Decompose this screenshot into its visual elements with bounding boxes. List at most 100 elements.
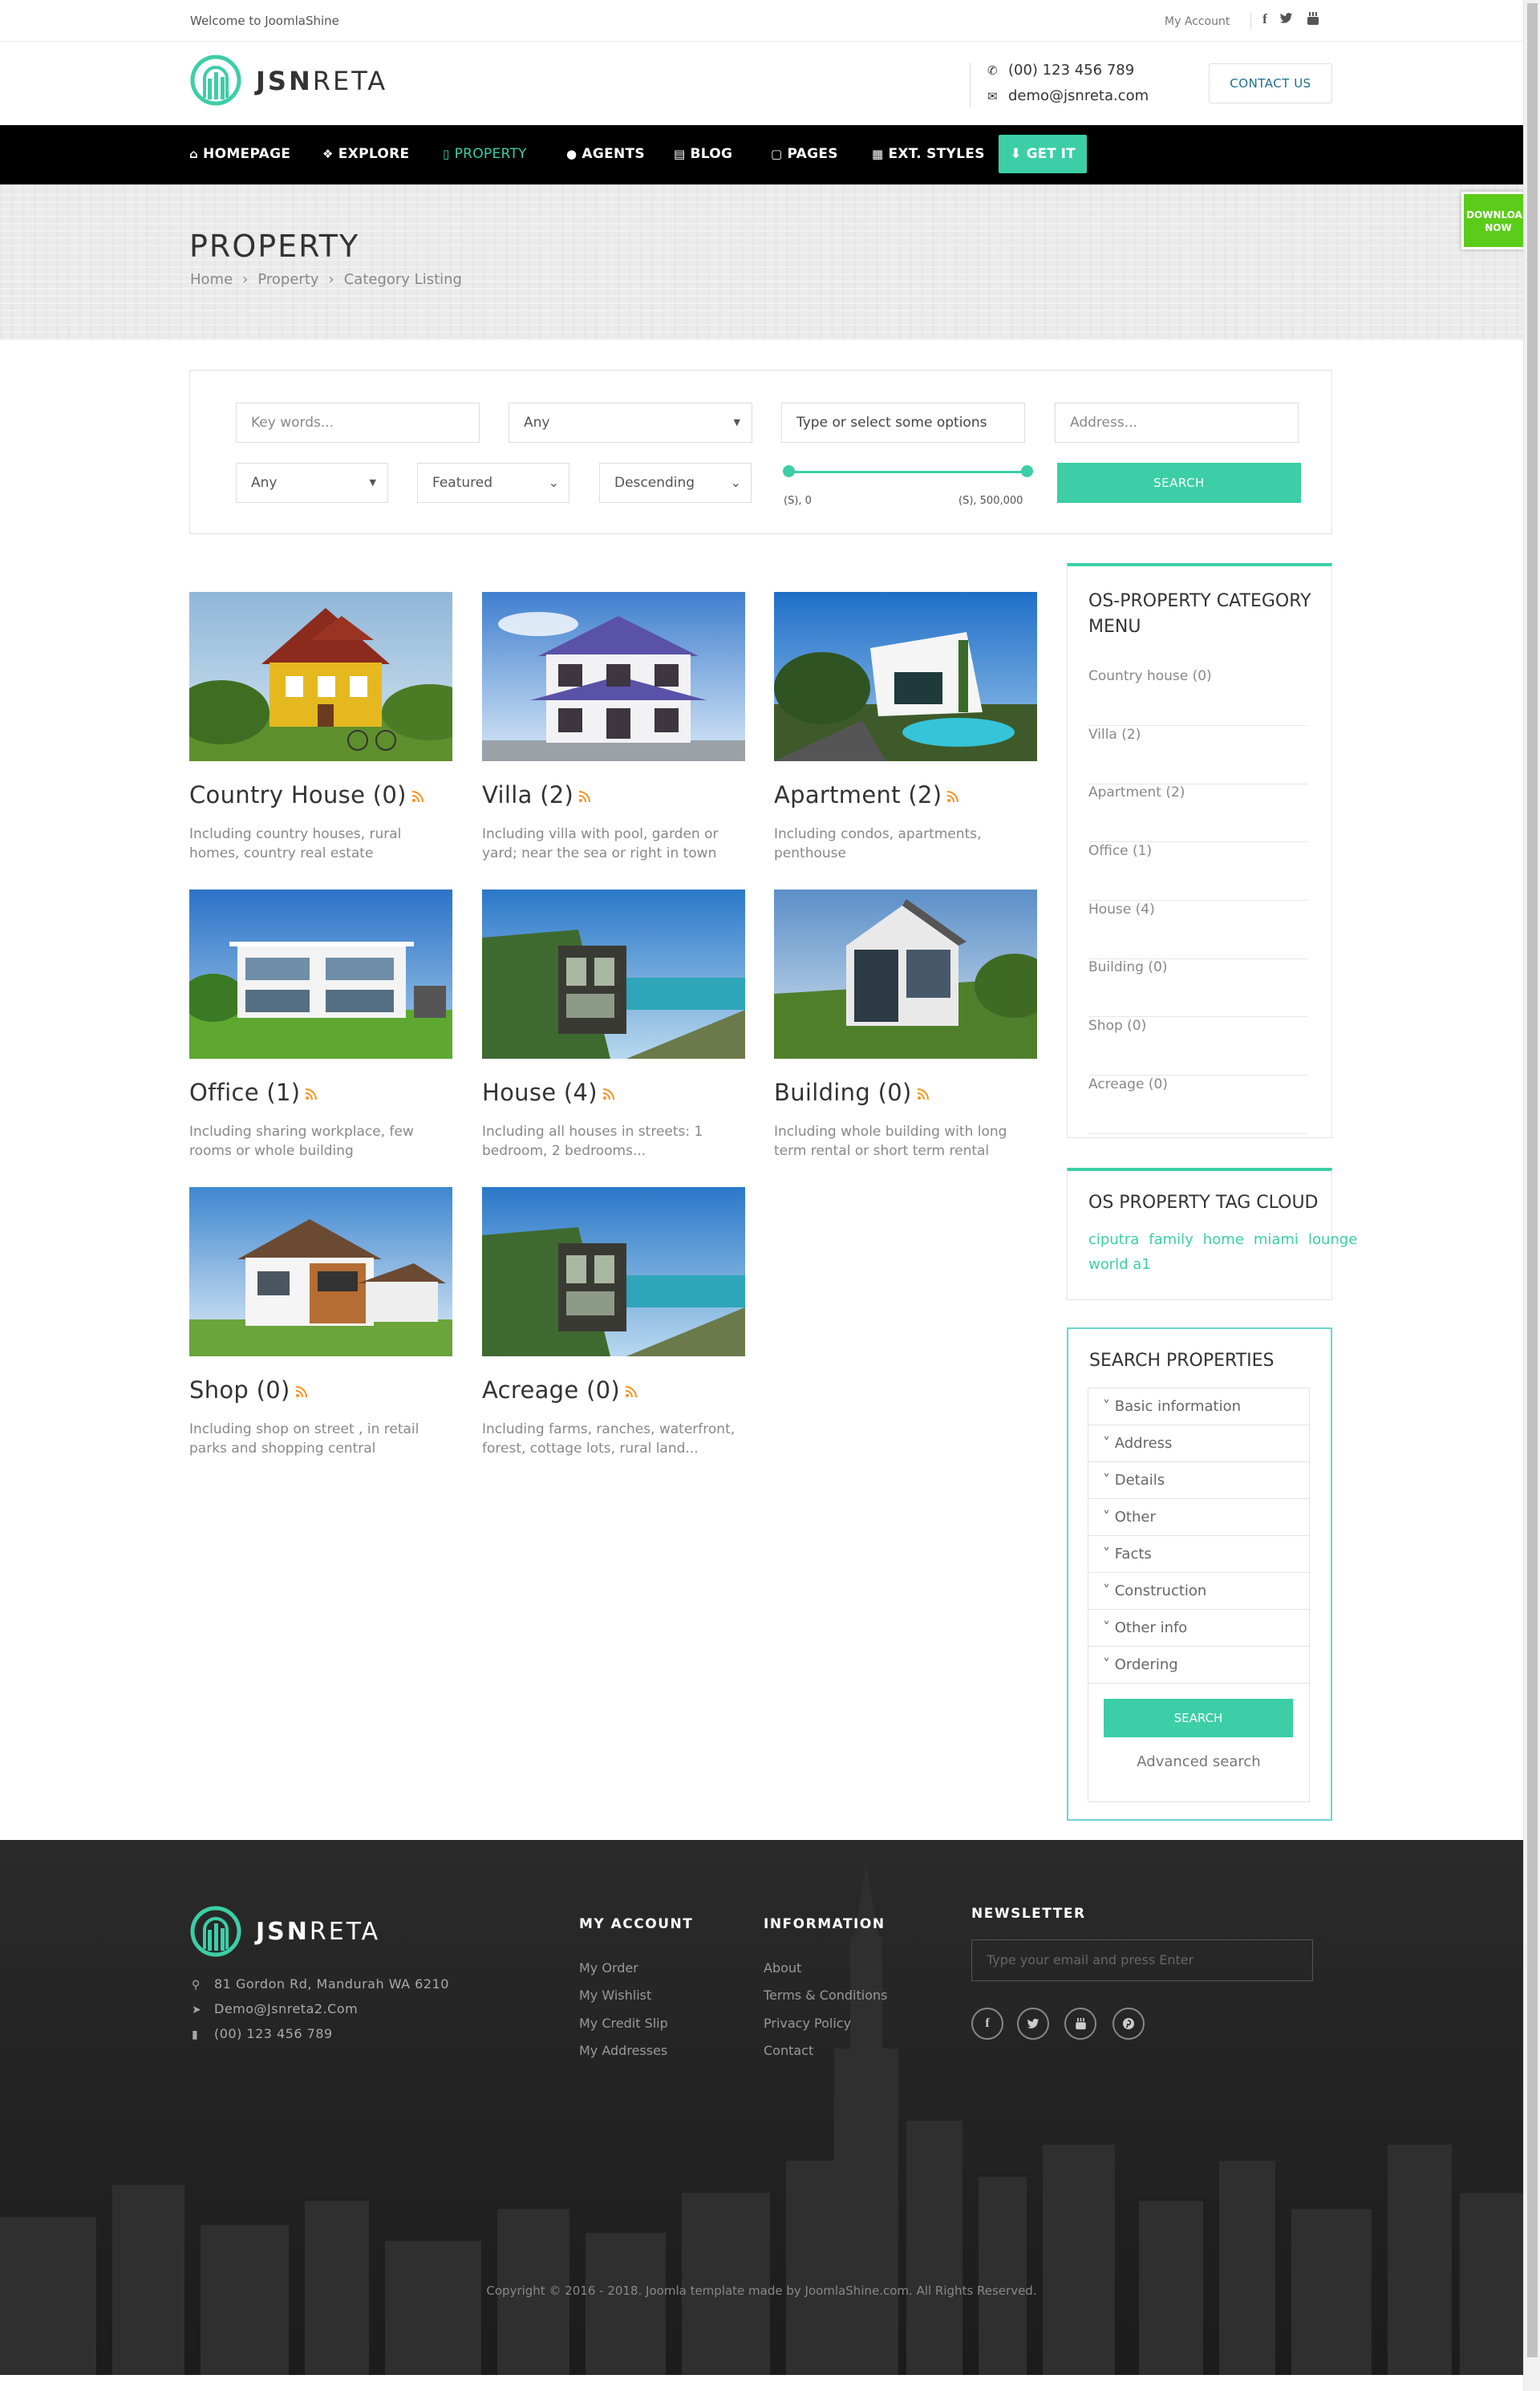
category-title-office[interactable]: Office (1) [189,1079,318,1106]
nav-item-ext-styles[interactable]: ▦ EXT. STYLES [872,146,985,162]
footer-email[interactable]: ➤ Demo@Jsnreta2.Com [192,2001,358,2016]
category-image-building[interactable] [774,890,1037,1059]
footer-link-my-wishlist[interactable]: My Wishlist [579,1988,651,2003]
nav-item-pages[interactable]: ▢ PAGES [771,146,838,162]
category-title-building[interactable]: Building (0) [774,1079,930,1106]
sidebar-item-house[interactable]: House (4) [1088,902,1307,959]
phone-icon: ✆ [987,63,998,78]
property-types-select[interactable]: Type or select some options [781,403,1025,443]
sidebar-item-apartment[interactable]: Apartment (2) [1088,784,1307,842]
category-title-shop[interactable]: Shop (0) [189,1376,308,1404]
accordion-ordering[interactable]: ˅ Ordering [1088,1647,1309,1684]
tag-link[interactable]: home [1203,1231,1244,1248]
footer-link-my-order[interactable]: My Order [579,1960,638,1976]
facebook-icon[interactable]: f [1258,11,1272,27]
search-button[interactable]: SEARCH [1057,463,1301,503]
footer-link-my-credit-slip[interactable]: My Credit Slip [579,2016,668,2031]
nav-item-agents[interactable]: ● AGENTS [566,146,645,162]
tag-cloud-widget: OS PROPERTY TAG CLOUD ciputra family home m… [1067,1168,1357,1300]
tag-link[interactable]: miami [1254,1231,1299,1248]
order-select[interactable]: Descending ⌄ [599,463,752,503]
top-bar: Welcome to JoomlaShine My Account f [0,0,1523,42]
tag-link[interactable]: family [1149,1231,1194,1248]
tag-link[interactable]: ciputra [1088,1231,1139,1248]
twitter-icon[interactable] [1017,2008,1049,2040]
category-image-house[interactable] [482,890,745,1059]
breadcrumb-property[interactable]: Property [257,271,318,288]
price-min-handle[interactable] [783,465,795,477]
footer-information-heading: INFORMATION [764,1916,886,1932]
category-title-country-house[interactable]: Country House (0) [189,781,424,808]
category-title-apartment[interactable]: Apartment (2) [774,781,959,808]
footer-link-privacy[interactable]: Privacy Policy [764,2016,851,2031]
get-it-button[interactable]: ⬇ GET IT [999,135,1087,173]
nav-item-blog[interactable]: ▤ BLOG [674,146,732,162]
my-account-link[interactable]: My Account [1165,15,1230,28]
footer-link-contact[interactable]: Contact [764,2043,813,2058]
category-image-shop[interactable] [189,1187,452,1356]
nav-item-property[interactable]: ▯ PROPERTY [443,146,527,162]
category-select[interactable]: Any ▼ [509,403,752,443]
chevron-down-icon: ˅ [1103,1619,1115,1636]
header-phone: ✆ (00) 123 456 789 [987,62,1135,79]
price-range-slider[interactable] [789,471,1028,473]
sort-by-select[interactable]: Featured ⌄ [417,463,569,503]
facebook-icon[interactable]: f [971,2008,1003,2040]
accordion-construction[interactable]: ˅ Construction [1088,1573,1309,1610]
price-max-handle[interactable] [1021,465,1033,477]
accordion-details[interactable]: ˅ Details [1088,1462,1309,1499]
scrollbar-thumb[interactable] [1527,3,1538,2357]
nav-item-homepage[interactable]: ⌂ HOMEPAGE [189,146,290,162]
category-desc-acreage: Including farms, ranches, waterfront, fo… [482,1421,736,1457]
nav-item-explore[interactable]: ❖ EXPLORE [322,146,409,162]
chevron-down-icon: ˅ [1103,1583,1115,1599]
keywords-input[interactable]: Key words... [236,403,480,443]
sidebar-item-office[interactable]: Office (1) [1088,843,1307,901]
rss-icon [917,1088,929,1100]
sidebar-item-acreage[interactable]: Acreage (0) [1088,1076,1307,1134]
accordion-other-info[interactable]: ˅ Other info [1088,1610,1309,1647]
advanced-search-link[interactable]: Advanced search [1088,1753,1309,1770]
pinterest-icon[interactable] [1112,2008,1145,2040]
category-title-house[interactable]: House (4) [482,1079,615,1106]
category-image-acreage[interactable] [482,1187,745,1356]
accordion-facts[interactable]: ˅ Facts [1088,1536,1309,1573]
category-title-villa[interactable]: Villa (2) [482,781,591,808]
accordion-address[interactable]: ˅ Address [1088,1425,1309,1462]
newsletter-email-input[interactable]: Type your email and press Enter [971,1939,1313,1981]
category-desc-country-house: Including country houses, rural homes, c… [189,826,402,861]
envelope-icon: ✉ [987,89,998,103]
site-logo[interactable]: JSNRETA [190,55,431,111]
breadcrumb-home[interactable]: Home [190,271,233,288]
accordion-other[interactable]: ˅ Other [1088,1499,1309,1536]
category-image-country-house[interactable] [189,592,452,761]
category-image-office[interactable] [189,890,452,1059]
sidebar-item-shop[interactable]: Shop (0) [1088,1018,1307,1076]
address-input[interactable]: Address... [1055,403,1299,443]
category-image-apartment[interactable] [774,592,1037,761]
sidebar-search-button[interactable]: SEARCH [1104,1699,1293,1737]
newspaper-icon: ▤ [674,147,686,161]
sidebar-item-building[interactable]: Building (0) [1088,959,1307,1017]
contact-us-button[interactable]: CONTACT US [1209,63,1332,103]
page-scrollbar[interactable] [1523,0,1540,2391]
top-divider [1250,12,1251,30]
youtube-icon[interactable] [1306,11,1320,30]
type-select[interactable]: Any ▼ [236,463,388,503]
accordion-basic-information[interactable]: ˅ Basic information [1088,1388,1309,1425]
footer-link-about[interactable]: About [764,1960,801,1976]
paper-plane-icon: ➤ [192,2004,202,2016]
footer-my-account-heading: MY ACCOUNT [579,1916,694,1932]
twitter-icon[interactable] [1279,11,1293,29]
sidebar-item-villa[interactable]: Villa (2) [1088,727,1307,784]
sidebar-item-country-house[interactable]: Country house (0) [1088,668,1307,726]
copyright-text: Copyright © 2016 - 2018. Joomla template… [486,2284,1037,2298]
youtube-icon[interactable] [1064,2008,1096,2040]
category-title-acreage[interactable]: Acreage (0) [482,1376,638,1404]
footer-link-my-addresses[interactable]: My Addresses [579,2043,667,2058]
header-email[interactable]: ✉ demo@jsnreta.com [987,87,1149,104]
category-image-villa[interactable] [482,592,745,761]
chevron-down-icon: ˅ [1103,1509,1115,1526]
footer-logo[interactable]: JSNRETA [190,1906,431,1962]
footer-link-terms[interactable]: Terms & Conditions [764,1988,887,2003]
